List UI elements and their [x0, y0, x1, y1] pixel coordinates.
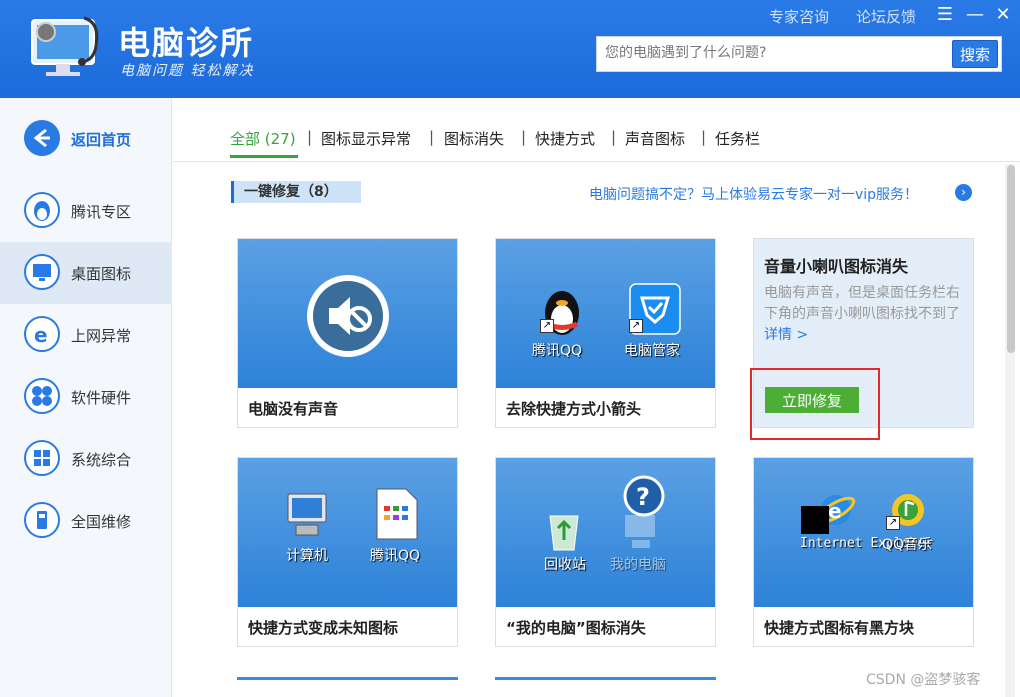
card-image	[238, 239, 457, 388]
svg-text:?: ?	[636, 483, 650, 511]
svg-text:e: e	[34, 323, 48, 347]
phone-icon	[24, 502, 60, 538]
chevron-right-icon[interactable]: ›	[955, 184, 972, 201]
computer-icon	[287, 493, 327, 536]
fan-icon	[24, 378, 60, 414]
fix-card-remove-shortcut-arrow[interactable]: ↗ 腾讯QQ ↗ 电脑管家 去除快捷方式小箭头	[495, 238, 716, 428]
search-input[interactable]	[605, 45, 945, 61]
windows-icon	[24, 440, 60, 476]
card-title: 快捷方式变成未知图标	[248, 619, 399, 637]
next-card-top	[495, 677, 716, 680]
card-title: “我的电脑”图标消失	[506, 619, 646, 637]
fix-card-no-sound[interactable]: 电脑没有声音	[237, 238, 458, 428]
ie-icon: e	[24, 316, 60, 352]
expert-consult-link[interactable]: 专家咨询	[769, 6, 829, 27]
app-slogan: 电脑问题 轻松解决	[120, 63, 255, 79]
desktop-icon-label: 回收站	[544, 557, 586, 573]
next-card-top	[237, 677, 458, 680]
tab-separator: |	[521, 128, 527, 146]
sidebar-item-software-hardware[interactable]: 软件硬件	[0, 366, 172, 428]
tab-shortcut[interactable]: 快捷方式	[535, 128, 595, 149]
back-arrow-icon	[24, 120, 60, 156]
sidebar-item-tencent[interactable]: 腾讯专区	[0, 180, 172, 242]
active-tab-indicator	[230, 155, 298, 158]
card-title: 去除快捷方式小箭头	[506, 400, 642, 418]
recycle-bin-icon	[549, 515, 579, 551]
tab-all[interactable]: 全部 (27)	[230, 128, 296, 149]
sidebar: 返回首页 腾讯专区 桌面图标 e 上网异常 软件硬件 系统综合 全国维修	[0, 98, 172, 697]
category-tabs: 全部 (27) | 图标显示异常 | 图标消失 | 快捷方式 | 声音图标 | …	[173, 98, 1020, 162]
fix-card-unknown-shortcut-icon[interactable]: 计算机 腾讯QQ 快捷方式变成未知图标	[237, 457, 458, 647]
sidebar-item-network[interactable]: e 上网异常	[0, 304, 172, 366]
tab-separator: |	[307, 128, 313, 146]
card-title: 音量小喇叭图标消失	[764, 257, 909, 276]
close-icon[interactable]: ✕	[992, 4, 1014, 25]
fix-card-black-square-shortcut[interactable]: e Internet Explorer ↗ QQ音乐 快捷方式图标有黑方块	[753, 457, 974, 647]
search-button[interactable]: 搜索	[952, 40, 998, 68]
tab-sound-icon[interactable]: 声音图标	[625, 128, 685, 149]
highlight-box	[750, 368, 880, 440]
monitor-icon	[24, 254, 60, 290]
tab-separator: |	[701, 128, 707, 146]
section-title: 一键修复（8）	[231, 181, 361, 203]
sidebar-item-desktop-icons[interactable]: 桌面图标	[0, 242, 172, 304]
tab-separator: |	[611, 128, 617, 146]
app-logo	[30, 14, 106, 80]
svg-text:e: e	[828, 499, 842, 523]
tab-taskbar[interactable]: 任务栏	[715, 128, 760, 149]
sidebar-item-label: 腾讯专区	[71, 203, 132, 221]
sidebar-item-label: 软件硬件	[71, 389, 132, 407]
shortcut-arrow-icon: ↗	[886, 516, 900, 530]
sidebar-item-home[interactable]: 返回首页	[0, 108, 172, 170]
sidebar-item-label: 全国维修	[71, 513, 132, 531]
desktop-icon-label: QQ音乐	[882, 537, 933, 553]
app-title: 电脑诊所	[118, 24, 255, 62]
mute-speaker-icon	[307, 275, 389, 357]
card-title: 快捷方式图标有黑方块	[764, 619, 915, 637]
sidebar-item-label: 桌面图标	[71, 265, 132, 283]
shortcut-arrow-icon: ↗	[629, 319, 643, 333]
card-image: e Internet Explorer ↗ QQ音乐	[754, 458, 973, 607]
tab-icon-display[interactable]: 图标显示异常	[321, 128, 411, 149]
watermark: CSDN @盗梦骇客	[866, 672, 981, 688]
desktop-icon-label: 腾讯QQ	[532, 343, 583, 359]
black-square-glitch	[801, 506, 829, 534]
sidebar-item-label: 系统综合	[71, 451, 132, 469]
sidebar-item-repair[interactable]: 全国维修	[0, 490, 172, 552]
card-image: 计算机 腾讯QQ	[238, 458, 457, 607]
shortcut-arrow-icon: ↗	[540, 319, 554, 333]
faded-computer-icon	[625, 515, 655, 548]
scrollbar-thumb[interactable]	[1007, 165, 1015, 353]
card-image: ↗ 腾讯QQ ↗ 电脑管家	[496, 239, 715, 388]
desktop-icon-label: 我的电脑	[610, 557, 666, 573]
card-description-text: 电脑有声音，但是桌面任务栏右下角的声音小喇叭图标找不到了	[764, 285, 960, 322]
app-header: 电脑诊所 电脑问题 轻松解决 专家咨询 论坛反馈 ☰ — ✕ 搜索	[0, 0, 1020, 98]
sidebar-item-system[interactable]: 系统综合	[0, 428, 172, 490]
card-title: 电脑没有声音	[248, 400, 339, 418]
desktop-icon-label: 腾讯QQ	[370, 548, 421, 564]
desktop-icon-label: 电脑管家	[624, 343, 680, 359]
forum-feedback-link[interactable]: 论坛反馈	[856, 6, 916, 27]
search-box: 搜索	[596, 36, 1002, 72]
details-link[interactable]: 详情 >	[764, 327, 808, 343]
unknown-file-icon	[376, 488, 418, 540]
fix-card-my-computer-missing[interactable]: ? 回收站 我的电脑 “我的电脑”图标消失	[495, 457, 716, 647]
card-image: ? 回收站 我的电脑	[496, 458, 715, 607]
tab-separator: |	[429, 128, 435, 146]
qq-penguin-icon	[24, 192, 60, 228]
card-description: 电脑有声音，但是桌面任务栏右下角的声音小喇叭图标找不到了 详情 >	[764, 283, 970, 346]
desktop-icon-label: 计算机	[286, 548, 328, 564]
sidebar-item-label: 返回首页	[71, 131, 132, 149]
sidebar-item-label: 上网异常	[71, 327, 132, 345]
minimize-icon[interactable]: —	[964, 4, 986, 25]
menu-icon[interactable]: ☰	[934, 4, 956, 25]
vip-service-link[interactable]: 电脑问题搞不定？马上体验易云专家一对一vip服务！	[589, 184, 918, 204]
tab-icon-missing[interactable]: 图标消失	[444, 128, 504, 149]
